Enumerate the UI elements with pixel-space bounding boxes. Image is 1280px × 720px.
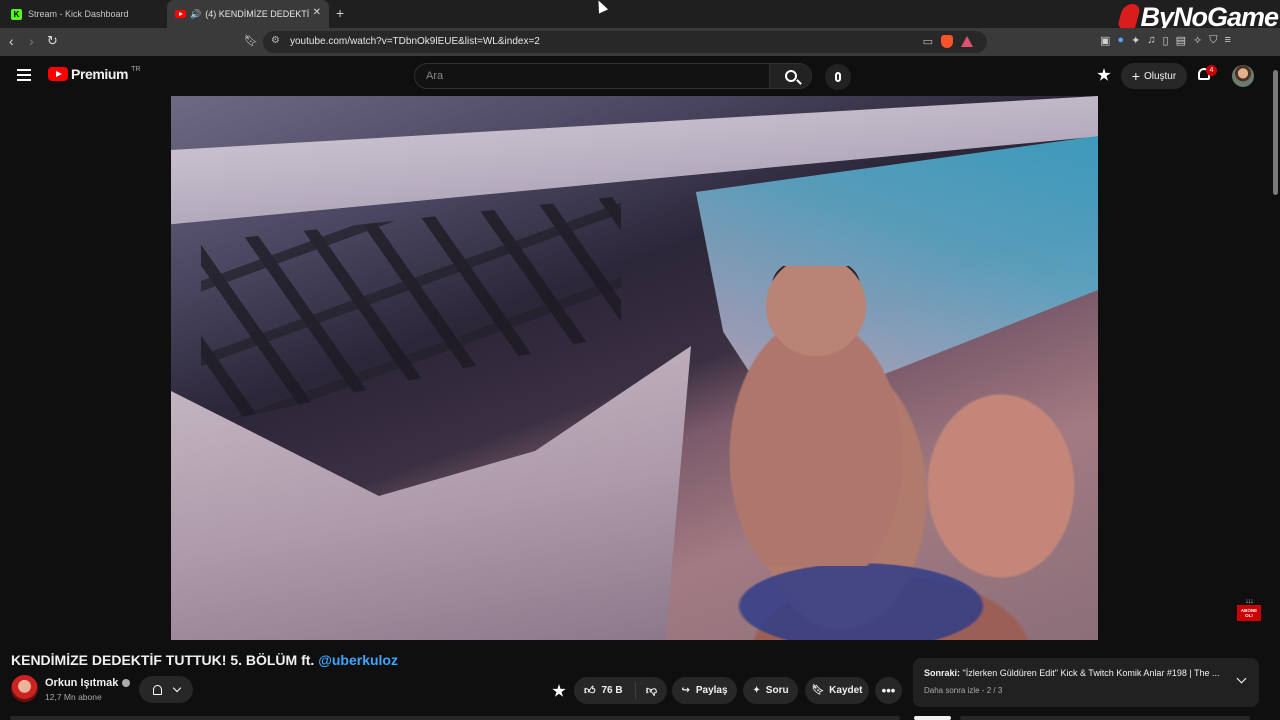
- video-title-text: KENDİMİZE DEDEKTİF TUTTUK! 5. BÖLÜM ft.: [11, 652, 319, 668]
- next-label: Sonraki:: [924, 668, 961, 678]
- url-text: youtube.com/watch?v=TDbnOk9lEUE&list=WL&…: [290, 36, 540, 47]
- search-input[interactable]: Ara: [426, 70, 443, 82]
- bookmark-icon[interactable]: 🔖︎: [244, 34, 258, 47]
- voice-search-button[interactable]: [825, 64, 851, 90]
- channel-name-text: Orkun Işıtmak: [45, 677, 119, 689]
- thumbs-up-icon: 👍︎: [584, 685, 596, 697]
- video-scene-structure: [201, 196, 621, 426]
- create-button[interactable]: + Oluştur: [1121, 63, 1187, 89]
- tab-title: (4) KENDİMİZE DEDEKTİF TUTTUK! 5. BÖLÜM …: [205, 9, 310, 19]
- more-actions-button[interactable]: •••: [875, 677, 902, 704]
- search-box[interactable]: Ara: [414, 63, 812, 89]
- youtube-icon: [175, 10, 186, 18]
- chip-row-edge: [960, 716, 1250, 720]
- arrows-down-icon: ↓↓↓: [1245, 598, 1253, 605]
- subscription-bell-button[interactable]: [139, 676, 193, 703]
- site-info-icon[interactable]: ⚙: [271, 35, 280, 46]
- extension-icon[interactable]: ▣: [1100, 34, 1110, 47]
- new-tab-button[interactable]: +: [336, 5, 344, 21]
- video-title: KENDİMİZE DEDEKTİF TUTTUK! 5. BÖLÜM ft. …: [11, 652, 398, 668]
- chevron-down-icon[interactable]: [1236, 673, 1247, 684]
- address-bar[interactable]: ⚙ youtube.com/watch?v=TDbnOk9lEUE&list=W…: [263, 31, 987, 53]
- ai-icon[interactable]: ✧: [1193, 34, 1202, 47]
- ai-summary-icon[interactable]: [552, 684, 566, 697]
- reload-icon[interactable]: ↻: [47, 33, 58, 49]
- next-video-title: Sonraki: "İzlerken Güldüren Edit" Kick &…: [924, 668, 1224, 678]
- save-button[interactable]: 🔖︎ Kaydet: [805, 677, 869, 704]
- like-button[interactable]: 👍︎ 76 B: [574, 682, 636, 699]
- subscribe-overlay-label: ABONE OL!: [1237, 605, 1261, 621]
- vpn-icon[interactable]: ⛉: [1209, 34, 1217, 47]
- youtube-play-icon: [48, 67, 68, 81]
- youtube-header: Premium TR Ara + Oluştur 4: [0, 56, 1280, 96]
- bell-icon: [152, 684, 162, 695]
- extension-icon[interactable]: ●: [1117, 34, 1124, 47]
- video-player[interactable]: [171, 96, 1098, 640]
- sparkle-icon: ✦: [752, 685, 761, 696]
- extensions-row: ▣ ● ✦ ♫ ▯ ▤ ✧ ⛉ ≡: [1100, 34, 1231, 47]
- notification-badge: 4: [1206, 65, 1217, 76]
- thumbs-down-icon: 👎︎: [645, 685, 658, 697]
- save-label: Kaydet: [829, 685, 863, 696]
- verified-icon: [122, 679, 131, 687]
- bookmark-icon: 🔖︎: [811, 685, 825, 696]
- create-label: Oluştur: [1143, 70, 1177, 82]
- sidebar-icon[interactable]: ▯: [1163, 34, 1169, 47]
- close-tab-icon[interactable]: ✕: [313, 7, 321, 18]
- scrollbar-thumb[interactable]: [1273, 70, 1278, 195]
- sparkle-icon[interactable]: [1097, 68, 1111, 81]
- omnibox-actions: ▭: [923, 35, 973, 48]
- watermark-mark: [1116, 4, 1142, 30]
- cast-icon[interactable]: ▭: [923, 35, 933, 48]
- menu-icon[interactable]: ≡: [1224, 34, 1230, 47]
- logo-text: Premium: [71, 66, 129, 82]
- youtube-logo[interactable]: Premium TR: [48, 66, 140, 82]
- tab-kick-dashboard[interactable]: K Stream - Kick Dashboard: [4, 0, 164, 28]
- search-button[interactable]: [769, 64, 811, 88]
- subscriber-count: 12,7 Mn abone: [45, 692, 102, 702]
- channel-avatar[interactable]: [11, 675, 38, 702]
- tab-title: Stream - Kick Dashboard: [28, 9, 129, 19]
- more-horizontal-icon: •••: [881, 683, 896, 698]
- subscribe-overlay[interactable]: ↓↓↓ ABONE OL!: [1236, 598, 1262, 626]
- kick-icon: K: [11, 8, 22, 20]
- microphone-icon: [835, 72, 841, 82]
- ask-button[interactable]: ✦ Soru: [743, 677, 798, 704]
- chip-all[interactable]: [914, 716, 951, 720]
- playlist-next-card[interactable]: Sonraki: "İzlerken Güldüren Edit" Kick &…: [913, 658, 1259, 707]
- share-button[interactable]: ↪ Paylaş: [672, 677, 737, 704]
- mention-link[interactable]: @uberkuloz: [318, 652, 398, 668]
- chevron-down-icon: [172, 683, 181, 693]
- forward-icon[interactable]: ›: [29, 33, 34, 49]
- user-avatar[interactable]: [1232, 65, 1254, 87]
- logo-region: TR: [131, 65, 141, 73]
- video-scene-person: [726, 266, 911, 566]
- brave-shields-icon[interactable]: [941, 35, 953, 48]
- browser-window: K Stream - Kick Dashboard 🔊 (4) KENDİMİZ…: [0, 0, 1280, 720]
- speaker-icon[interactable]: 🔊: [190, 9, 201, 20]
- dislike-button[interactable]: 👎︎: [636, 684, 667, 697]
- browser-tab-strip: K Stream - Kick Dashboard 🔊 (4) KENDİMİZ…: [0, 0, 1280, 32]
- mouse-cursor: [593, 0, 609, 14]
- hamburger-menu-icon[interactable]: [17, 69, 31, 81]
- plus-icon: +: [1131, 68, 1140, 84]
- comment-area-edge: [10, 716, 900, 720]
- like-count: 76 B: [601, 685, 623, 696]
- playlist-position: Daha sonra izle - 2 / 3: [924, 686, 1003, 695]
- tab-youtube-video[interactable]: 🔊 (4) KENDİMİZE DEDEKTİF TUTTUK! 5. BÖLÜ…: [167, 0, 329, 28]
- like-dislike-group: 👍︎ 76 B 👎︎: [574, 677, 667, 704]
- search-icon: [784, 70, 797, 82]
- page-scrollbar[interactable]: [1270, 56, 1280, 720]
- music-icon[interactable]: ♫: [1147, 34, 1155, 47]
- next-title-text: "İzlerken Güldüren Edit" Kick & Twitch K…: [962, 668, 1220, 678]
- extensions-puzzle-icon[interactable]: ✦: [1131, 34, 1140, 47]
- share-label: Paylaş: [695, 685, 728, 696]
- ask-label: Soru: [765, 685, 789, 696]
- back-icon[interactable]: ‹: [9, 33, 14, 49]
- channel-name[interactable]: Orkun Işıtmak: [45, 677, 131, 689]
- wallet-icon[interactable]: ▤: [1176, 34, 1186, 47]
- browser-toolbar: ‹ › ↻ 🔖︎ ⚙ youtube.com/watch?v=TDbnOk9lE…: [0, 28, 1280, 56]
- brave-rewards-icon[interactable]: [961, 36, 973, 47]
- share-icon: ↪: [681, 685, 690, 696]
